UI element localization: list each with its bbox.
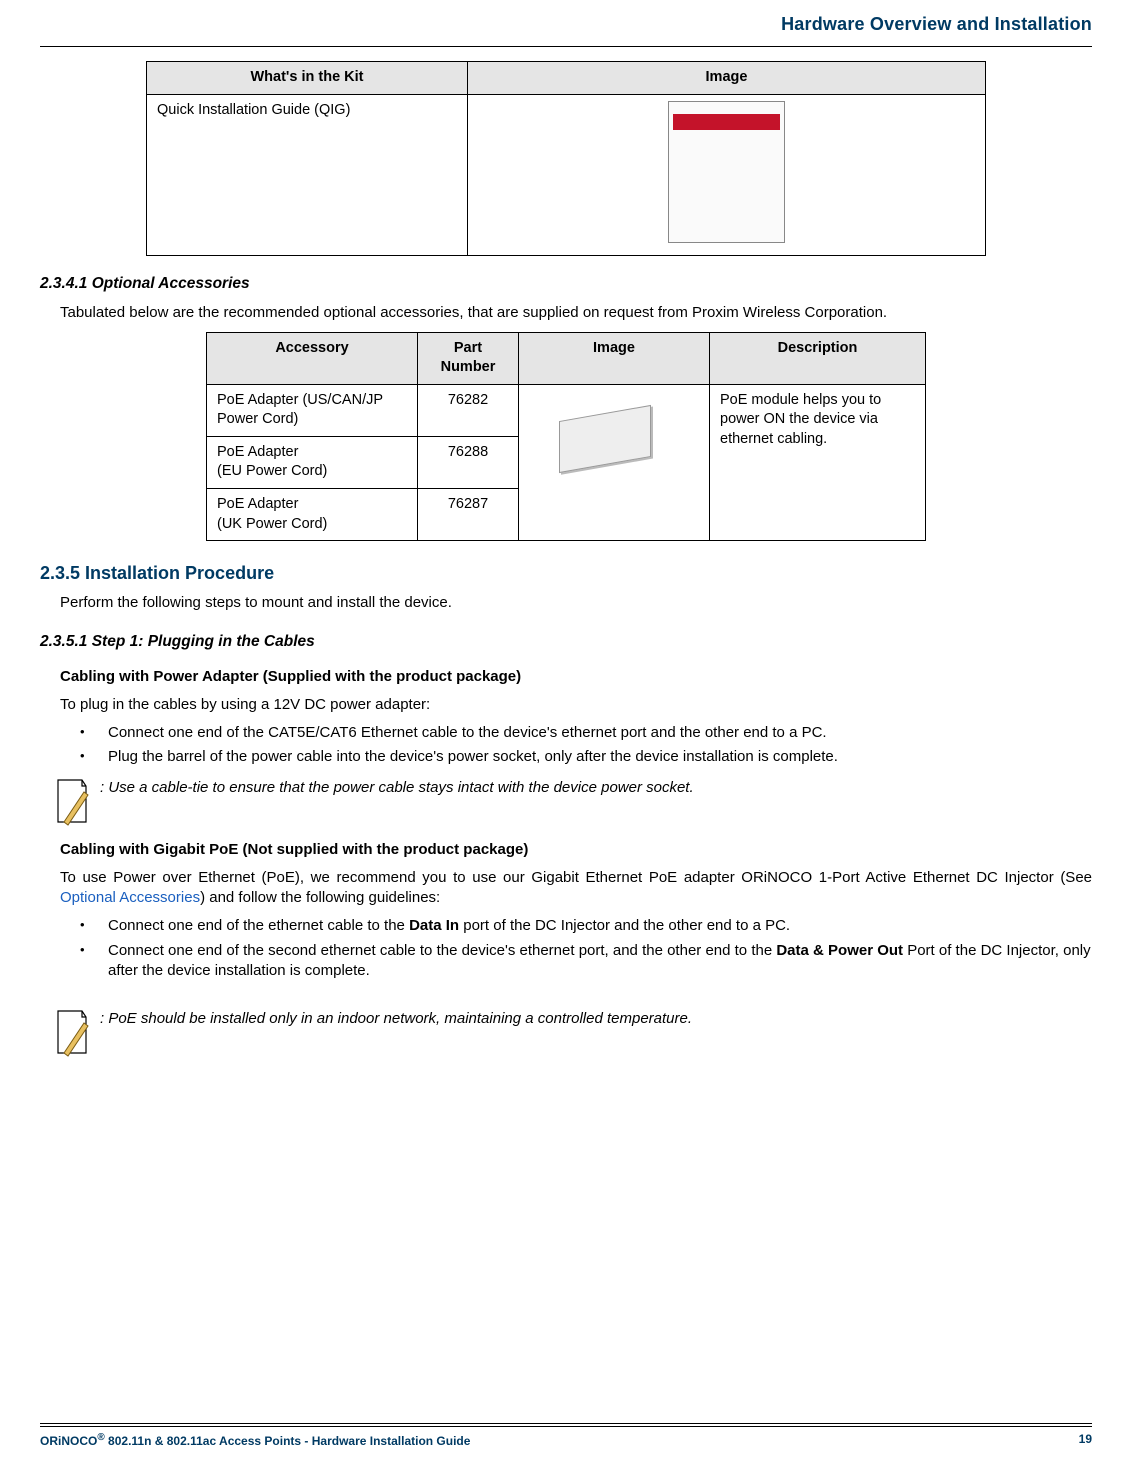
text: PoE Adapter (217, 496, 298, 512)
cabling-poe-intro: To use Power over Ethernet (PoE), we rec… (60, 868, 1092, 909)
text: To use Power over Ethernet (PoE), we rec… (60, 869, 1092, 886)
section-2-3-4-1-title: 2.3.4.1 Optional Accessories (40, 274, 1092, 295)
bullet-list: Connect one end of the CAT5E/CAT6 Ethern… (80, 723, 1092, 768)
acc-part: 76288 (418, 436, 519, 488)
section-2-3-4-1-intro: Tabulated below are the recommended opti… (60, 303, 1092, 323)
acc-th-1: Accessory (207, 332, 418, 384)
acc-part: 76282 (418, 384, 519, 436)
text: PoE Adapter (US/CAN/JP (217, 392, 383, 408)
kit-cell-image (468, 94, 986, 256)
bullet-list: Connect one end of the ethernet cable to… (80, 916, 1092, 981)
footer-left: ORiNOCO® 802.11n & 802.11ac Access Point… (40, 1431, 470, 1449)
page-number: 19 (1079, 1431, 1092, 1449)
note-text: : PoE should be installed only in an ind… (100, 1009, 692, 1029)
registered-mark: ® (97, 1432, 104, 1443)
text: ORiNOCO (40, 1434, 97, 1448)
acc-th-2: PartNumber (418, 332, 519, 384)
bold-text: Data & Power Out (776, 942, 903, 959)
text: PoE Adapter (217, 444, 298, 460)
text: ) and follow the following guidelines: (200, 889, 440, 906)
accessories-table: Accessory PartNumber Image Description P… (206, 332, 926, 542)
note-cable-tie: : Use a cable-tie to ensure that the pow… (52, 778, 1092, 826)
footer-rule-1 (40, 1423, 1092, 1424)
kit-th-1: What's in the Kit (147, 62, 468, 95)
cabling-power-adapter-intro: To plug in the cables by using a 12V DC … (60, 695, 1092, 715)
running-header: Hardware Overview and Installation (40, 0, 1092, 42)
section-2-3-5-1-title: 2.3.5.1 Step 1: Plugging in the Cables (40, 632, 1092, 653)
text: Connect one end of the second ethernet c… (108, 942, 776, 959)
note-text: : Use a cable-tie to ensure that the pow… (100, 778, 694, 798)
cabling-power-adapter-heading: Cabling with Power Adapter (Supplied wit… (60, 667, 1092, 687)
acc-part: 76287 (418, 488, 519, 540)
kit-table: What's in the Kit Image Quick Installati… (146, 61, 986, 256)
kit-th-2: Image (468, 62, 986, 95)
acc-th-3: Image (519, 332, 710, 384)
note-pencil-icon (52, 1009, 92, 1057)
optional-accessories-link[interactable]: Optional Accessories (60, 889, 200, 906)
qig-image (668, 101, 785, 243)
poe-adapter-image (539, 393, 689, 493)
text: Power Cord) (217, 411, 298, 427)
text: 802.11n & 802.11ac Access Points - Hardw… (105, 1434, 471, 1448)
acc-th-4: Description (710, 332, 926, 384)
header-rule (40, 46, 1092, 47)
list-item: Connect one end of the ethernet cable to… (80, 916, 1092, 936)
acc-desc: PoE module helps you to power ON the dev… (710, 384, 926, 540)
section-2-3-5-intro: Perform the following steps to mount and… (60, 593, 1092, 613)
text: Connect one end of the ethernet cable to… (108, 917, 409, 934)
text: (UK Power Cord) (217, 516, 327, 532)
acc-name: PoE Adapter (EU Power Cord) (207, 436, 418, 488)
text: (EU Power Cord) (217, 463, 327, 479)
table-row: Quick Installation Guide (QIG) (147, 94, 986, 256)
note-poe-indoor: : PoE should be installed only in an ind… (52, 1009, 1092, 1057)
list-item: Connect one end of the second ethernet c… (80, 941, 1092, 982)
table-row: PoE Adapter (US/CAN/JPPower Cord) 76282 … (207, 384, 926, 436)
text: port of the DC Injector and the other en… (459, 917, 790, 934)
section-2-3-5-title: 2.3.5 Installation Procedure (40, 561, 1092, 585)
cabling-poe-heading: Cabling with Gigabit PoE (Not supplied w… (60, 840, 1092, 860)
list-item: Connect one end of the CAT5E/CAT6 Ethern… (80, 723, 1092, 743)
page-footer: ORiNOCO® 802.11n & 802.11ac Access Point… (40, 1423, 1092, 1449)
note-pencil-icon (52, 778, 92, 826)
acc-name: PoE Adapter (UK Power Cord) (207, 488, 418, 540)
kit-cell-name: Quick Installation Guide (QIG) (147, 94, 468, 256)
acc-image-cell (519, 384, 710, 540)
acc-name: PoE Adapter (US/CAN/JP Power Cord) (207, 384, 418, 436)
list-item: Plug the barrel of the power cable into … (80, 747, 1092, 767)
bold-text: Data In (409, 917, 459, 934)
